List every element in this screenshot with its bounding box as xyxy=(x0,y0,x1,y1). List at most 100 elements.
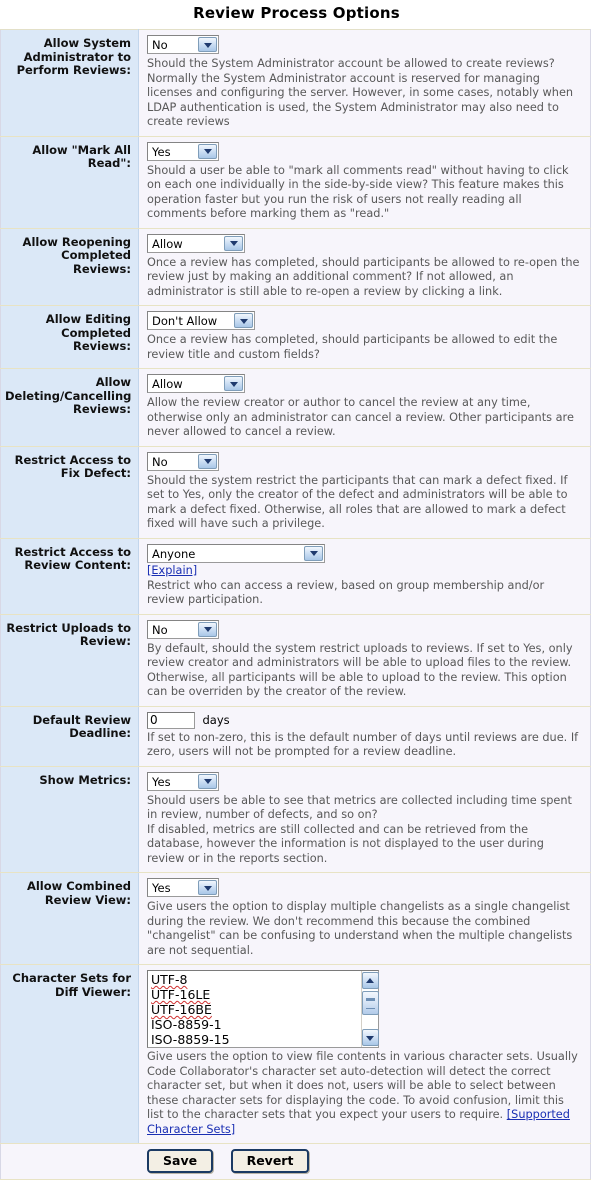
select-allow-reopening-completed-reviews[interactable]: Allow xyxy=(147,233,245,253)
option-label-allow-deleting-cancelling-reviews: Allow Deleting/Cancelling Reviews: xyxy=(0,368,139,447)
option-field-allow-sysadmin-reviews: No Should the System Administrator accou… xyxy=(138,29,591,137)
option-description-allow-combined-review-view: Give users the option to display multipl… xyxy=(147,900,573,957)
options-form-table: Allow System Administrator to Perform Re… xyxy=(0,29,591,1180)
option-row-allow-sysadmin-reviews: Allow System Administrator to Perform Re… xyxy=(0,29,591,137)
list-item[interactable]: ISO-8859-15 xyxy=(151,1032,361,1047)
character-sets-list-items[interactable]: UTF-8 UTF-16LE UTF-16BE ISO-8859-1 ISO-8… xyxy=(148,971,361,1047)
list-item[interactable]: ISO-8859-1 xyxy=(151,1017,361,1032)
scroll-down-arrow-icon[interactable] xyxy=(361,1029,379,1046)
select-value-allow-deleting-cancelling-reviews: Allow xyxy=(152,377,183,391)
option-field-allow-mark-all-read: Yes Should a user be able to "mark all c… xyxy=(138,136,591,229)
option-description-restrict-access-fix-defect: Should the system restrict the participa… xyxy=(147,473,568,531)
select-value-restrict-uploads-to-review: No xyxy=(152,622,168,637)
option-field-show-metrics: Yes Should users be able to see that met… xyxy=(138,766,591,873)
chevron-down-icon[interactable] xyxy=(198,143,217,159)
option-label-restrict-access-fix-defect: Restrict Access to Fix Defect: xyxy=(0,446,139,539)
select-allow-sysadmin-reviews[interactable]: No xyxy=(147,35,219,54)
listbox-scrollbar[interactable] xyxy=(361,971,379,1047)
option-label-show-metrics: Show Metrics: xyxy=(0,766,139,873)
explain-link-wrapper: [Explain] xyxy=(147,564,582,577)
form-actions-row: Save Revert xyxy=(0,1143,591,1180)
option-label-allow-combined-review-view: Allow Combined Review View: xyxy=(0,872,139,965)
option-description-show-metrics-2: If disabled, metrics are still collected… xyxy=(147,822,544,865)
option-row-restrict-access-fix-defect: Restrict Access to Fix Defect: No Should… xyxy=(0,446,591,539)
select-restrict-access-fix-defect[interactable]: No xyxy=(147,451,219,471)
option-row-allow-mark-all-read: Allow "Mark All Read": Yes Should a user… xyxy=(0,136,591,229)
option-description-allow-sysadmin-reviews: Should the System Administrator account … xyxy=(147,57,574,128)
option-field-restrict-access-fix-defect: No Should the system restrict the partic… xyxy=(138,446,591,539)
select-restrict-uploads-to-review[interactable]: No xyxy=(147,619,219,639)
default-review-deadline-input[interactable] xyxy=(147,711,195,729)
chevron-down-icon[interactable] xyxy=(234,313,253,328)
save-button[interactable]: Save xyxy=(147,1149,214,1173)
page-title: Review Process Options xyxy=(193,4,400,22)
option-row-default-review-deadline: Default Review Deadline: days If set to … xyxy=(0,706,591,767)
option-label-allow-reopening-completed-reviews: Allow Reopening Completed Reviews: xyxy=(0,228,139,306)
explain-link[interactable]: [Explain] xyxy=(147,564,197,577)
chevron-down-icon[interactable] xyxy=(304,545,323,561)
select-value-allow-reopening-completed-reviews: Allow xyxy=(152,236,183,251)
option-field-restrict-access-review-content: Anyone [Explain] Restrict who can access… xyxy=(138,538,591,615)
select-allow-combined-review-view[interactable]: Yes xyxy=(147,878,219,897)
option-label-restrict-access-review-content: Restrict Access to Review Content: xyxy=(0,538,139,615)
chevron-down-icon[interactable] xyxy=(224,376,243,391)
option-description-restrict-uploads-to-review: By default, should the system restrict u… xyxy=(147,641,573,699)
days-unit-label: days xyxy=(202,712,230,727)
option-field-allow-editing-completed-reviews: Don't Allow Once a review has completed,… xyxy=(138,305,591,369)
option-row-allow-deleting-cancelling-reviews: Allow Deleting/Cancelling Reviews: Allow… xyxy=(0,368,591,447)
option-description-default-review-deadline: If set to non-zero, this is the default … xyxy=(147,730,579,759)
option-row-allow-editing-completed-reviews: Allow Editing Completed Reviews: Don't A… xyxy=(0,305,591,369)
list-item[interactable]: UTF-16BE xyxy=(151,1002,361,1017)
option-label-character-sets-diff-viewer: Character Sets for Diff Viewer: xyxy=(0,964,139,1144)
option-label-restrict-uploads-to-review: Restrict Uploads to Review: xyxy=(0,614,139,707)
option-row-character-sets-diff-viewer: Character Sets for Diff Viewer: UTF-8 UT… xyxy=(0,964,591,1144)
option-label-allow-editing-completed-reviews: Allow Editing Completed Reviews: xyxy=(0,305,139,369)
select-value-allow-combined-review-view: Yes xyxy=(152,881,171,895)
option-row-allow-combined-review-view: Allow Combined Review View: Yes Give use… xyxy=(0,872,591,965)
select-allow-deleting-cancelling-reviews[interactable]: Allow xyxy=(147,374,245,393)
option-field-allow-combined-review-view: Yes Give users the option to display mul… xyxy=(138,872,591,965)
select-allow-mark-all-read[interactable]: Yes xyxy=(147,141,219,161)
chevron-down-icon[interactable] xyxy=(198,880,217,895)
character-sets-listbox[interactable]: UTF-8 UTF-16LE UTF-16BE ISO-8859-1 ISO-8… xyxy=(147,970,379,1048)
option-label-allow-sysadmin-reviews: Allow System Administrator to Perform Re… xyxy=(0,29,139,137)
chevron-down-icon[interactable] xyxy=(198,37,217,52)
select-value-allow-sysadmin-reviews: No xyxy=(152,38,168,52)
scrollbar-thumb[interactable] xyxy=(361,991,379,1015)
chevron-down-icon[interactable] xyxy=(198,453,217,469)
select-value-restrict-access-review-content: Anyone xyxy=(152,546,196,561)
option-field-restrict-uploads-to-review: No By default, should the system restric… xyxy=(138,614,591,707)
option-description-allow-mark-all-read: Should a user be able to "mark all comme… xyxy=(147,163,569,221)
option-row-restrict-access-review-content: Restrict Access to Review Content: Anyon… xyxy=(0,538,591,615)
option-description-allow-deleting-cancelling-reviews: Allow the review creator or author to ca… xyxy=(147,396,574,438)
chevron-down-icon[interactable] xyxy=(198,621,217,637)
scroll-up-arrow-icon[interactable] xyxy=(361,972,379,989)
revert-button[interactable]: Revert xyxy=(230,1149,310,1173)
list-item[interactable]: UTF-8 xyxy=(151,972,361,987)
select-show-metrics[interactable]: Yes xyxy=(147,771,219,791)
select-restrict-access-review-content[interactable]: Anyone xyxy=(147,543,325,563)
option-field-default-review-deadline: days If set to non-zero, this is the def… xyxy=(138,706,591,767)
option-description-allow-reopening-completed-reviews: Once a review has completed, should part… xyxy=(147,255,580,298)
select-value-restrict-access-fix-defect: No xyxy=(152,454,168,469)
chevron-down-icon[interactable] xyxy=(198,773,217,789)
option-row-restrict-uploads-to-review: Restrict Uploads to Review: No By defaul… xyxy=(0,614,591,707)
option-description-show-metrics-1: Should users be able to see that metrics… xyxy=(147,793,572,822)
form-actions-cell: Save Revert xyxy=(138,1143,591,1180)
option-field-allow-reopening-completed-reviews: Allow Once a review has completed, shoul… xyxy=(138,228,591,306)
form-actions-spacer xyxy=(0,1143,139,1180)
select-allow-editing-completed-reviews[interactable]: Don't Allow xyxy=(147,311,255,330)
list-item[interactable]: UTF-16LE xyxy=(151,987,361,1002)
select-value-show-metrics: Yes xyxy=(152,774,171,789)
option-row-allow-reopening-completed-reviews: Allow Reopening Completed Reviews: Allow… xyxy=(0,228,591,306)
option-description-restrict-access-review-content: Restrict who can access a review, based … xyxy=(147,578,545,607)
review-process-options-page: Review Process Options Allow System Admi… xyxy=(0,0,593,1180)
option-label-default-review-deadline: Default Review Deadline: xyxy=(0,706,139,767)
chevron-down-icon[interactable] xyxy=(224,235,243,251)
option-field-allow-deleting-cancelling-reviews: Allow Allow the review creator or author… xyxy=(138,368,591,447)
select-value-allow-mark-all-read: Yes xyxy=(152,144,171,159)
select-value-allow-editing-completed-reviews: Don't Allow xyxy=(152,314,218,328)
option-row-show-metrics: Show Metrics: Yes Should users be able t… xyxy=(0,766,591,873)
options-table-body: Allow System Administrator to Perform Re… xyxy=(0,29,591,1180)
option-field-character-sets-diff-viewer: UTF-8 UTF-16LE UTF-16BE ISO-8859-1 ISO-8… xyxy=(138,964,591,1144)
